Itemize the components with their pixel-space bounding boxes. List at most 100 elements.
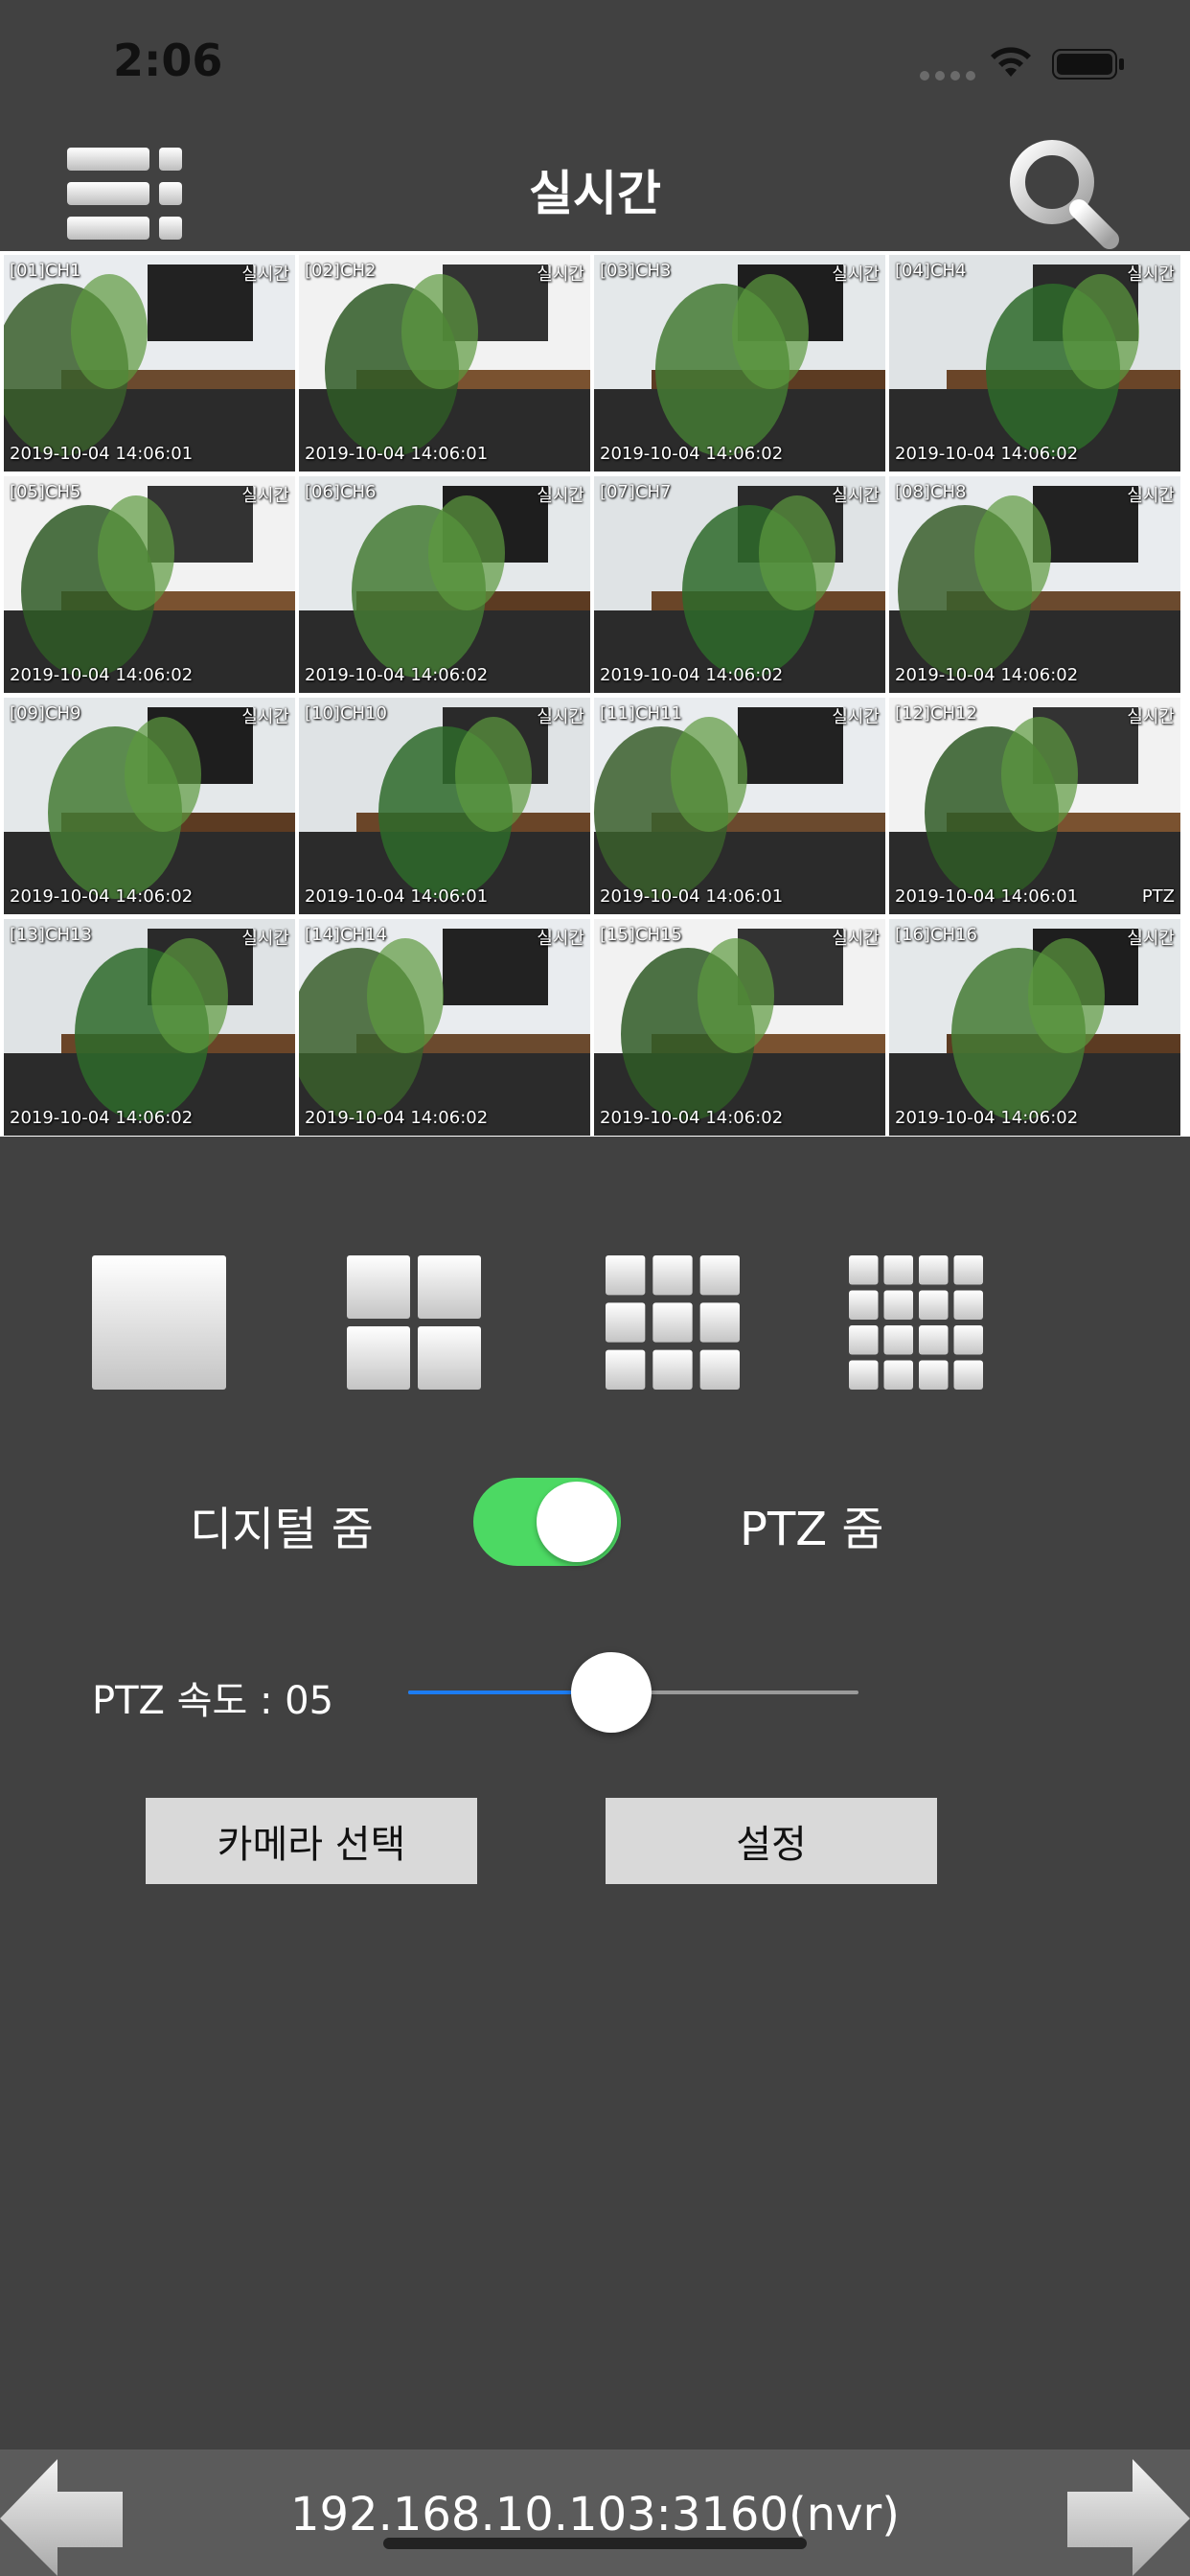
- camera-tile[interactable]: [02]CH2 실시간 2019-10-04 14:06:01: [299, 255, 590, 472]
- camera-live-label: 실시간: [241, 486, 289, 506]
- camera-tile[interactable]: [09]CH9 실시간 2019-10-04 14:06:02: [4, 698, 295, 914]
- camera-timestamp: 2019-10-04 14:06:02: [895, 444, 1079, 464]
- camera-live-label: 실시간: [1127, 707, 1175, 727]
- camera-channel-label: [13]CH13: [10, 925, 92, 945]
- wifi-icon: [991, 47, 1031, 77]
- camera-channel-label: [07]CH7: [600, 482, 672, 502]
- ptz-zoom-label: PTZ 줌: [740, 1503, 884, 1556]
- ptz-speed-label: PTZ 속도 : 05: [92, 1679, 334, 1723]
- layout-1x1-icon[interactable]: [92, 1255, 226, 1390]
- camera-live-label: 실시간: [1127, 929, 1175, 949]
- camera-tile[interactable]: [07]CH7 실시간 2019-10-04 14:06:02: [594, 476, 885, 693]
- camera-channel-label: [06]CH6: [305, 482, 377, 502]
- camera-timestamp: 2019-10-04 14:06:02: [10, 1108, 194, 1128]
- camera-feed-image: [594, 919, 885, 1136]
- camera-timestamp: 2019-10-04 14:06:02: [895, 1108, 1079, 1128]
- camera-timestamp: 2019-10-04 14:06:02: [10, 665, 194, 685]
- camera-tile[interactable]: [01]CH1 실시간 2019-10-04 14:06:01: [4, 255, 295, 472]
- camera-tile[interactable]: [08]CH8 실시간 2019-10-04 14:06:02: [889, 476, 1180, 693]
- camera-timestamp: 2019-10-04 14:06:01: [895, 886, 1079, 907]
- server-address: 192.168.10.103:3160(nvr): [289, 2488, 901, 2542]
- camera-timestamp: 2019-10-04 14:06:02: [600, 444, 784, 464]
- camera-live-label: 실시간: [241, 929, 289, 949]
- camera-channel-label: [05]CH5: [10, 482, 81, 502]
- camera-tile[interactable]: [06]CH6 실시간 2019-10-04 14:06:02: [299, 476, 590, 693]
- home-indicator: [383, 2538, 807, 2549]
- camera-timestamp: 2019-10-04 14:06:02: [600, 665, 784, 685]
- camera-live-label: 실시간: [832, 929, 880, 949]
- camera-live-label: 실시간: [832, 264, 880, 285]
- camera-live-label: 실시간: [537, 707, 584, 727]
- camera-channel-label: [03]CH3: [600, 261, 672, 281]
- camera-feed-image: [299, 476, 590, 693]
- camera-tile[interactable]: [11]CH11 실시간 2019-10-04 14:06:01: [594, 698, 885, 914]
- zoom-mode-toggle[interactable]: [473, 1478, 621, 1566]
- camera-live-label: 실시간: [241, 707, 289, 727]
- camera-channel-label: [02]CH2: [305, 261, 377, 281]
- camera-tile[interactable]: [10]CH10 실시간 2019-10-04 14:06:01: [299, 698, 590, 914]
- camera-tile[interactable]: [15]CH15 실시간 2019-10-04 14:06:02: [594, 919, 885, 1136]
- camera-live-label: 실시간: [537, 264, 584, 285]
- camera-live-label: 실시간: [1127, 486, 1175, 506]
- camera-feed-image: [4, 919, 295, 1136]
- search-icon[interactable]: [1004, 134, 1123, 253]
- camera-tile[interactable]: [16]CH16 실시간 2019-10-04 14:06:02: [889, 919, 1180, 1136]
- camera-grid: [01]CH1 실시간 2019-10-04 14:06:01 [02]CH2 실시간 2…: [0, 251, 1190, 1137]
- camera-feed-image: [594, 476, 885, 693]
- camera-feed-image: [299, 698, 590, 914]
- camera-channel-label: [09]CH9: [10, 703, 81, 724]
- camera-tile[interactable]: [05]CH5 실시간 2019-10-04 14:06:02: [4, 476, 295, 693]
- camera-feed-image: [889, 698, 1180, 914]
- camera-timestamp: 2019-10-04 14:06:02: [305, 1108, 489, 1128]
- camera-live-label: 실시간: [832, 486, 880, 506]
- camera-channel-label: [01]CH1: [10, 261, 81, 281]
- camera-channel-label: [15]CH15: [600, 925, 682, 945]
- camera-feed-image: [594, 255, 885, 472]
- camera-timestamp: 2019-10-04 14:06:02: [895, 665, 1079, 685]
- camera-timestamp: 2019-10-04 14:06:02: [10, 886, 194, 907]
- camera-timestamp: 2019-10-04 14:06:01: [305, 886, 489, 907]
- camera-feed-image: [4, 476, 295, 693]
- camera-channel-label: [04]CH4: [895, 261, 967, 281]
- camera-feed-image: [299, 919, 590, 1136]
- camera-channel-label: [16]CH16: [895, 925, 977, 945]
- camera-feed-image: [299, 255, 590, 472]
- camera-live-label: 실시간: [1127, 264, 1175, 285]
- camera-tile[interactable]: [12]CH12 실시간 2019-10-04 14:06:01 PTZ: [889, 698, 1180, 914]
- camera-feed-image: [889, 476, 1180, 693]
- camera-channel-label: [11]CH11: [600, 703, 682, 724]
- camera-live-label: 실시간: [537, 929, 584, 949]
- battery-icon: [1052, 49, 1124, 80]
- slider-thumb[interactable]: [570, 1652, 652, 1733]
- camera-feed-image: [594, 698, 885, 914]
- camera-channel-label: [08]CH8: [895, 482, 967, 502]
- ptz-speed-slider[interactable]: [408, 1652, 858, 1733]
- camera-tile[interactable]: [13]CH13 실시간 2019-10-04 14:06:02: [4, 919, 295, 1136]
- camera-live-label: 실시간: [537, 486, 584, 506]
- camera-timestamp: 2019-10-04 14:06:01: [600, 886, 784, 907]
- camera-tile[interactable]: [04]CH4 실시간 2019-10-04 14:06:02: [889, 255, 1180, 472]
- digital-zoom-label: 디지털 줌: [190, 1503, 374, 1556]
- nav-bar: 실시간: [0, 125, 1190, 249]
- camera-timestamp: 2019-10-04 14:06:02: [305, 665, 489, 685]
- camera-ptz-label: PTZ: [1141, 886, 1175, 907]
- status-bar: 2:06: [0, 0, 1190, 125]
- settings-button[interactable]: 설정: [606, 1798, 937, 1884]
- layout-3x3-icon[interactable]: [606, 1255, 740, 1390]
- camera-feed-image: [889, 919, 1180, 1136]
- layout-2x2-icon[interactable]: [347, 1255, 481, 1390]
- camera-timestamp: 2019-10-04 14:06:01: [305, 444, 489, 464]
- status-time: 2:06: [113, 34, 223, 86]
- camera-channel-label: [10]CH10: [305, 703, 387, 724]
- layout-4x4-icon[interactable]: [849, 1255, 983, 1390]
- camera-live-label: 실시간: [832, 707, 880, 727]
- camera-tile[interactable]: [14]CH14 실시간 2019-10-04 14:06:02: [299, 919, 590, 1136]
- camera-select-button[interactable]: 카메라 선택: [146, 1798, 477, 1884]
- camera-timestamp: 2019-10-04 14:06:02: [600, 1108, 784, 1128]
- camera-tile[interactable]: [03]CH3 실시간 2019-10-04 14:06:02: [594, 255, 885, 472]
- camera-feed-image: [4, 255, 295, 472]
- camera-channel-label: [14]CH14: [305, 925, 387, 945]
- cellular-signal-icon: [920, 71, 975, 80]
- camera-timestamp: 2019-10-04 14:06:01: [10, 444, 194, 464]
- camera-feed-image: [4, 698, 295, 914]
